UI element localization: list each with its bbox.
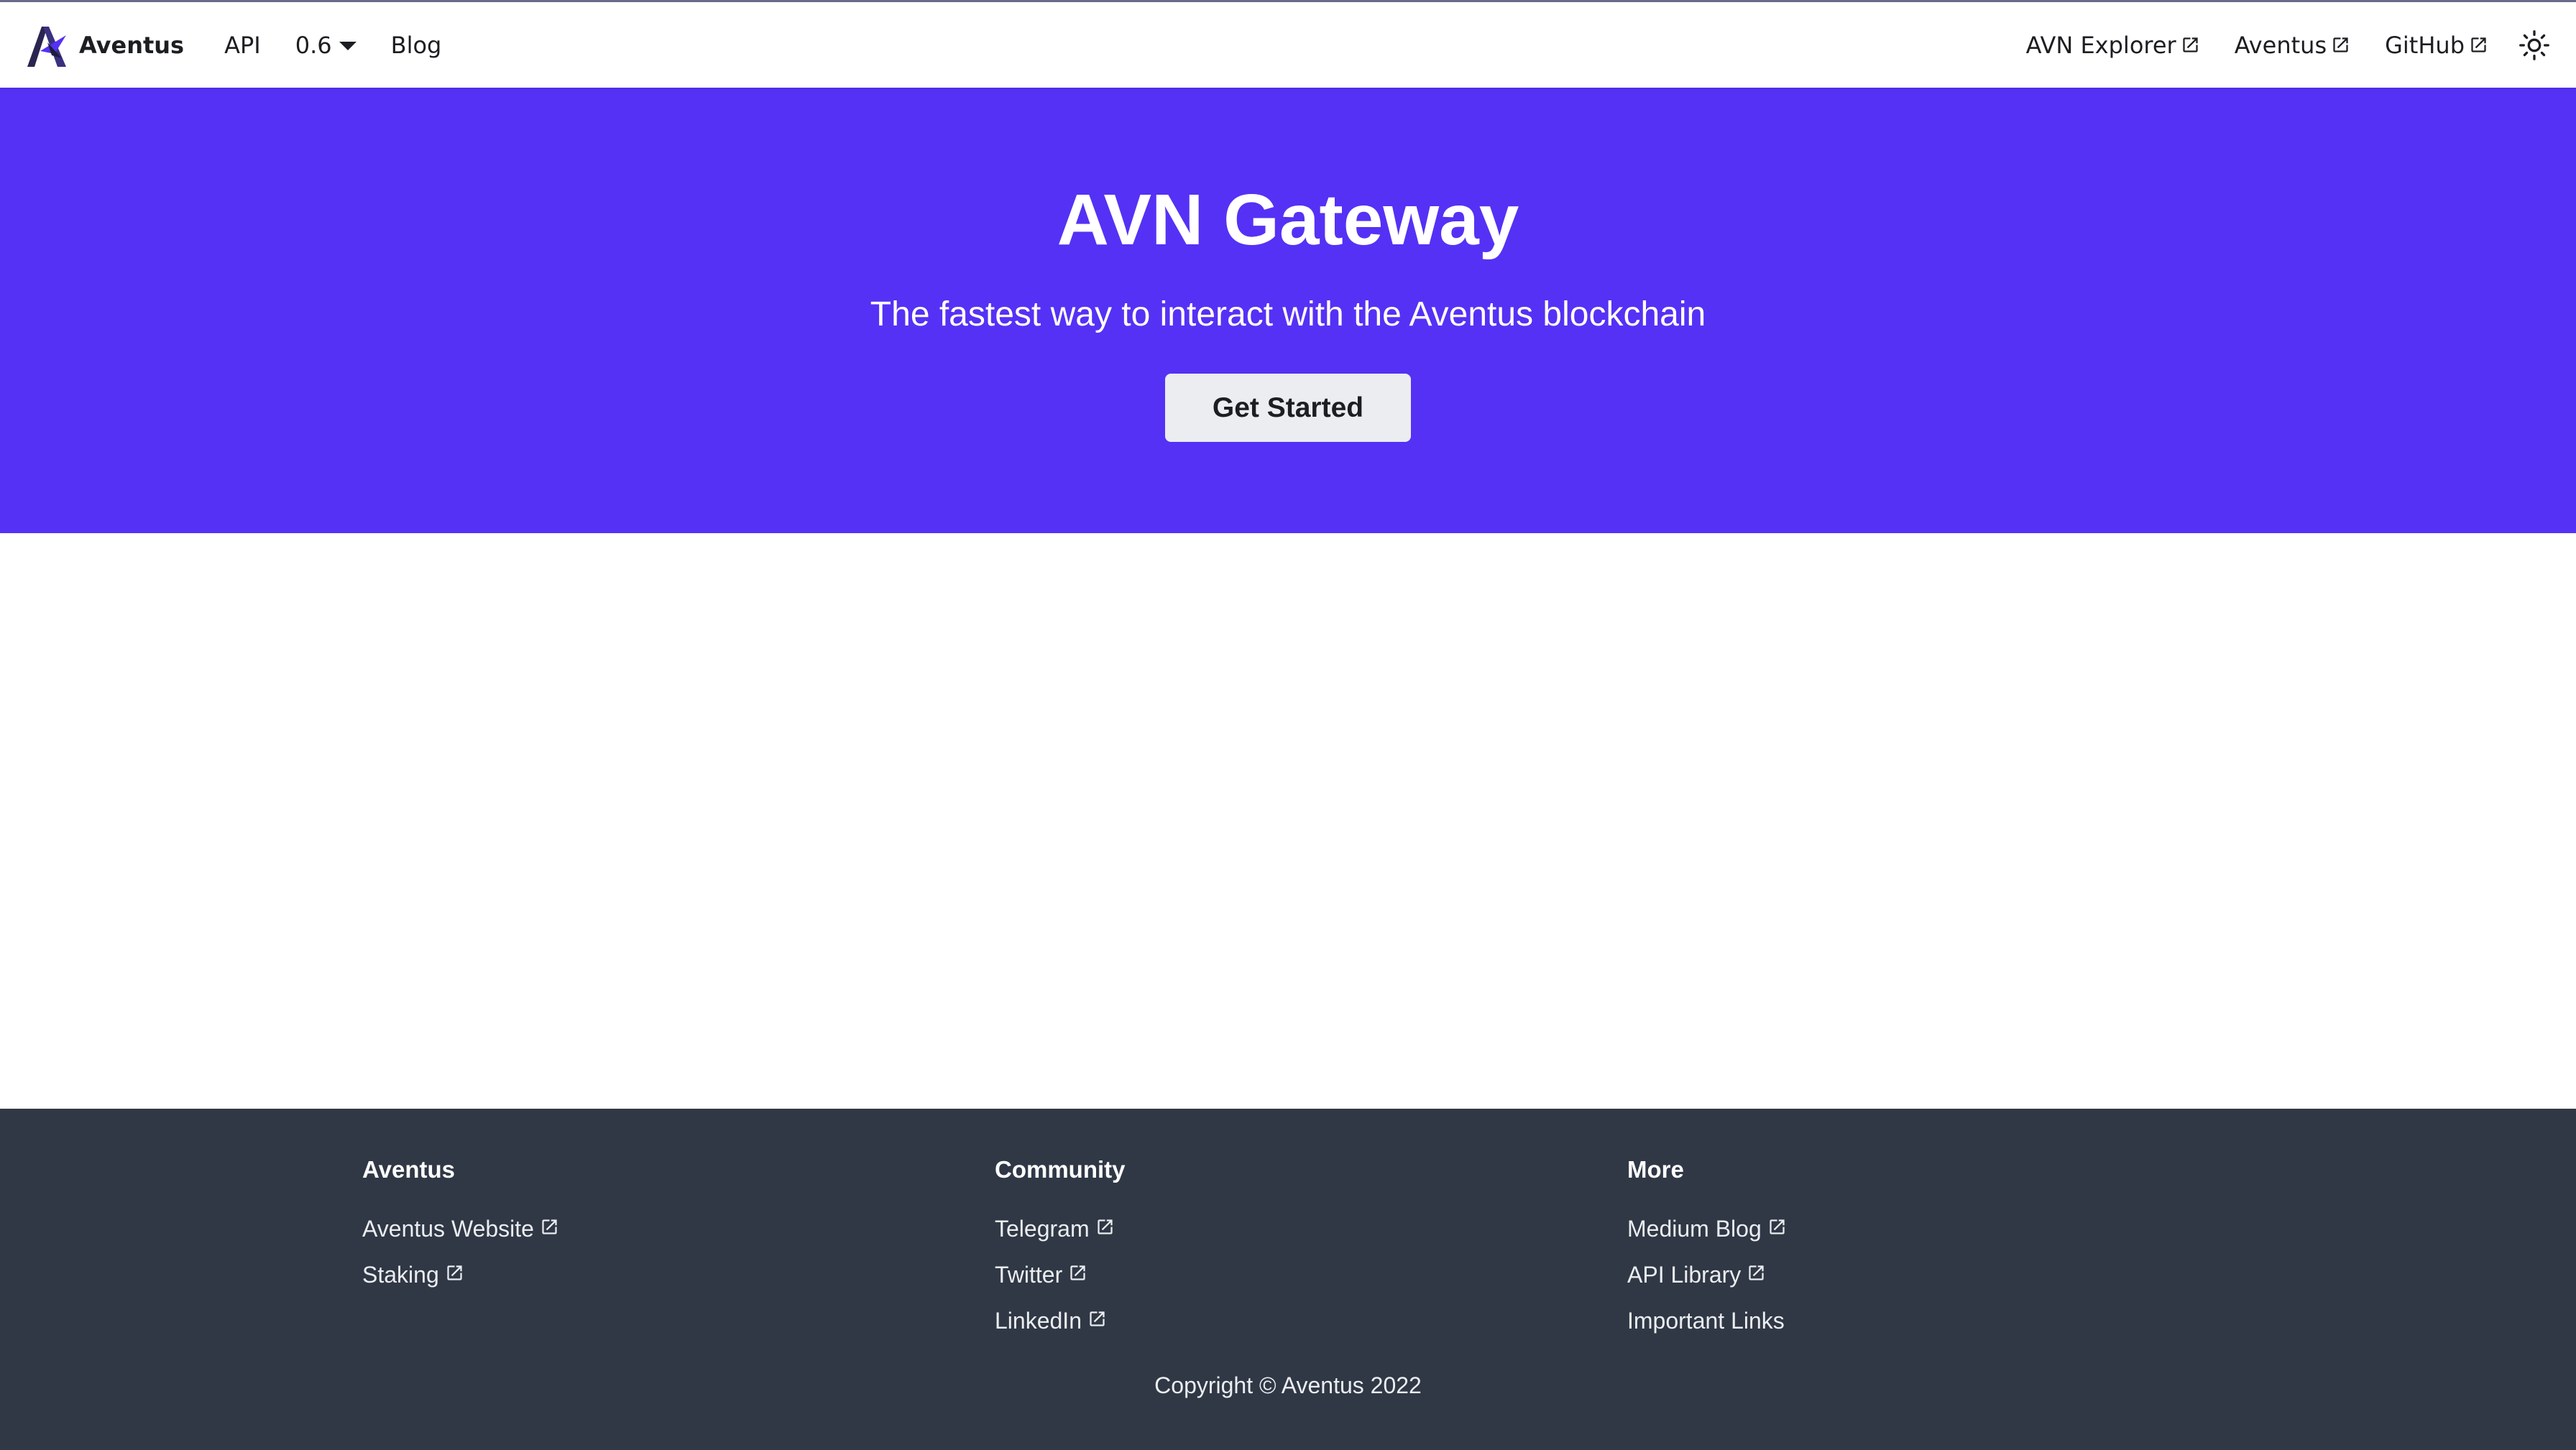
footer-link-twitter[interactable]: Twitter <box>995 1262 1115 1308</box>
get-started-button[interactable]: Get Started <box>1165 374 1411 442</box>
external-link-icon <box>542 1219 557 1234</box>
footer-link-label: Staking <box>362 1262 439 1288</box>
footer-link-list: Telegram Twitter LinkedIn <box>995 1216 1115 1354</box>
external-link-icon <box>1749 1265 1764 1280</box>
footer-link-telegram[interactable]: Telegram <box>995 1216 1115 1262</box>
top-navbar: Aventus API 0.6 Blog AVN Explorer Aventu… <box>0 0 2576 88</box>
aventus-logo-icon <box>27 26 66 67</box>
version-dropdown[interactable]: 0.6 <box>295 32 356 59</box>
nav-link-blog[interactable]: Blog <box>391 32 442 59</box>
nav-link-github-label: GitHub <box>2385 31 2465 59</box>
external-link-icon <box>1770 1219 1785 1234</box>
nav-link-avn-explorer-label: AVN Explorer <box>2025 31 2176 59</box>
theme-toggle-button[interactable] <box>2517 28 2552 63</box>
hero-subtitle: The fastest way to interact with the Ave… <box>870 295 1706 333</box>
brand-title: Aventus <box>79 31 185 59</box>
sun-icon <box>2519 29 2549 60</box>
navbar-right: AVN Explorer Aventus GitHub <box>1992 2 2552 88</box>
footer-link-label: Medium Blog <box>1627 1216 1762 1242</box>
brand-link[interactable]: Aventus <box>26 22 184 68</box>
footer-link-label: Twitter <box>995 1262 1063 1288</box>
footer-column-title: Community <box>995 1156 1126 1183</box>
footer-link-linkedin[interactable]: LinkedIn <box>995 1308 1115 1354</box>
footer-link-label: LinkedIn <box>995 1308 1082 1334</box>
nav-link-avn-explorer[interactable]: AVN Explorer <box>2026 32 2200 59</box>
nav-link-blog-label: Blog <box>390 31 442 59</box>
external-link-icon <box>2471 37 2486 52</box>
footer-link-label: Aventus Website <box>362 1216 534 1242</box>
nav-link-aventus-label: Aventus <box>2234 31 2327 59</box>
navbar-left: Aventus API 0.6 Blog <box>26 2 441 88</box>
footer-link-list: Aventus Website Staking <box>362 1216 559 1308</box>
nav-link-api[interactable]: API <box>224 32 261 59</box>
external-link-icon <box>2333 37 2348 52</box>
footer-link-label: Telegram <box>995 1216 1090 1242</box>
external-link-icon <box>1070 1265 1085 1280</box>
hero-title: AVN Gateway <box>1057 180 1519 260</box>
nav-link-github[interactable]: GitHub <box>2385 32 2488 59</box>
footer-link-list: Medium Blog API Library Important Links <box>1627 1216 1787 1354</box>
footer-column-title: Aventus <box>362 1156 455 1183</box>
copyright-text: Copyright © Aventus 2022 <box>1154 1372 1422 1398</box>
external-link-icon <box>447 1265 462 1280</box>
footer-link-medium-blog[interactable]: Medium Blog <box>1627 1216 1787 1262</box>
external-link-icon <box>1097 1219 1113 1234</box>
footer-link-important-links[interactable]: Important Links <box>1627 1308 1787 1354</box>
footer-link-label: API Library <box>1627 1262 1742 1288</box>
nav-link-api-label: API <box>224 31 261 59</box>
footer: Aventus Aventus Website Staking Communit… <box>0 1109 2576 1450</box>
footer-link-staking[interactable]: Staking <box>362 1262 559 1308</box>
nav-link-aventus[interactable]: Aventus <box>2235 32 2350 59</box>
footer-link-label: Important Links <box>1627 1308 1785 1334</box>
hero-banner: AVN Gateway The fastest way to interact … <box>0 88 2576 533</box>
external-link-icon <box>2183 37 2198 52</box>
version-dropdown-label: 0.6 <box>295 31 332 59</box>
external-link-icon <box>1090 1311 1105 1326</box>
footer-column-title: More <box>1627 1156 1684 1183</box>
chevron-down-icon <box>339 41 356 50</box>
footer-link-api-library[interactable]: API Library <box>1627 1262 1787 1308</box>
footer-link-aventus-website[interactable]: Aventus Website <box>362 1216 559 1262</box>
